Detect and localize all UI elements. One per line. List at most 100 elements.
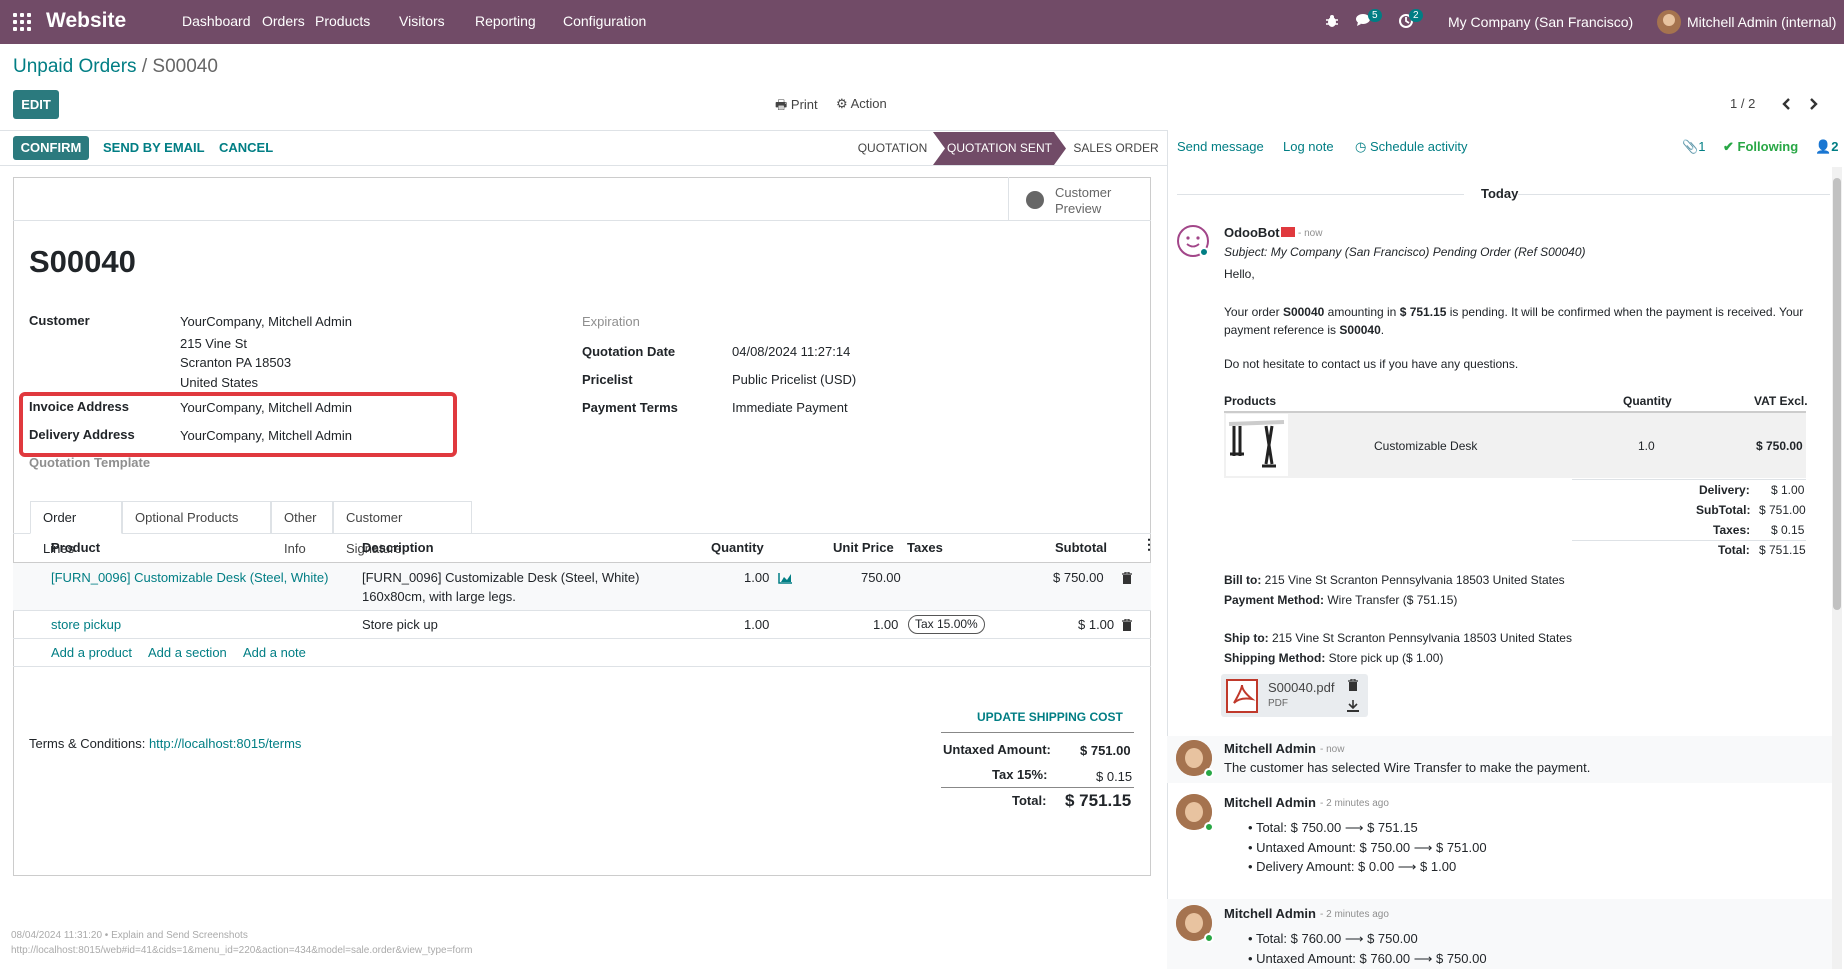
app-menu-icon[interactable] — [12, 12, 32, 32]
top-navbar: Website Dashboard Orders Products Visito… — [0, 0, 1844, 44]
schedule-activity-button[interactable]: ◷ Schedule activity — [1355, 139, 1468, 155]
stage-quotation[interactable]: QUOTATION — [855, 132, 930, 165]
menu-dashboard[interactable]: Dashboard — [182, 0, 251, 44]
menu-reporting[interactable]: Reporting — [475, 0, 536, 44]
user-avatar[interactable] — [1657, 10, 1681, 34]
bug-icon[interactable] — [1325, 14, 1339, 28]
row1-delete-icon[interactable] — [1122, 572, 1132, 584]
paperclip-icon: 📎 — [1682, 139, 1699, 154]
customer-preview-button[interactable]: Customer Preview — [1055, 185, 1111, 217]
messages-badge: 5 — [1368, 9, 1382, 22]
msg1-hello: Hello, — [1224, 267, 1255, 281]
menu-visitors[interactable]: Visitors — [399, 0, 445, 44]
print-label: Print — [790, 97, 818, 112]
row2-unit-price[interactable]: 1.00 — [873, 617, 898, 632]
col-taxes[interactable]: Taxes — [907, 540, 943, 555]
send-by-email-button[interactable]: SEND BY EMAIL — [103, 134, 205, 162]
col-description[interactable]: Description — [362, 540, 434, 555]
tab-optional-products[interactable]: Optional Products — [122, 501, 271, 534]
customer-field[interactable]: YourCompany, Mitchell Admin — [180, 314, 352, 329]
quotation-date-field[interactable]: 04/08/2024 11:27:14 — [732, 344, 850, 359]
attachments-count: 1 — [1698, 139, 1706, 154]
date-separator: Today — [1481, 186, 1519, 201]
msg4-avatar[interactable] — [1176, 905, 1214, 943]
row1-product[interactable]: [FURN_0096] Customizable Desk (Steel, Wh… — [51, 570, 328, 585]
row1-unit-price[interactable]: 750.00 — [861, 570, 901, 585]
payment-terms-field[interactable]: Immediate Payment — [732, 400, 848, 415]
send-message-button[interactable]: Send message — [1177, 139, 1264, 154]
email-product-row — [1224, 413, 1806, 478]
activities-badge: 2 — [1409, 9, 1423, 22]
row2-product[interactable]: store pickup — [51, 617, 121, 632]
row2-tax-tag[interactable]: Tax 15.00% — [908, 615, 985, 634]
terms-conditions: Terms & Conditions: http://localhost:801… — [29, 736, 301, 751]
tab-customer-signature[interactable]: Customer Signature — [333, 501, 472, 556]
gear-icon: ⚙ — [836, 96, 848, 111]
col-quantity[interactable]: Quantity — [711, 540, 764, 555]
user-icon: 👤 — [1815, 139, 1832, 154]
footer-url: http://localhost:8015/web#id=41&cids=1&m… — [11, 945, 473, 956]
cancel-button[interactable]: CANCEL — [219, 134, 273, 162]
msg2-text: The customer has selected Wire Transfer … — [1224, 760, 1591, 775]
col-product[interactable]: Product — [51, 540, 100, 555]
stage-quotation-sent[interactable]: QUOTATION SENT — [933, 132, 1066, 165]
attachments-button[interactable]: 📎1 — [1682, 139, 1705, 155]
attachment-delete-icon[interactable] — [1348, 679, 1358, 691]
email-products-header: Products — [1224, 394, 1277, 408]
scrollbar-thumb[interactable] — [1833, 178, 1841, 610]
msg1-author[interactable]: OdooBot — [1224, 225, 1280, 240]
col-subtotal[interactable]: Subtotal — [1055, 540, 1107, 555]
company-switcher[interactable]: My Company (San Francisco) — [1448, 0, 1633, 44]
forecast-chart-icon[interactable] — [778, 572, 793, 584]
edit-button[interactable]: EDIT — [13, 90, 59, 119]
add-note-link[interactable]: Add a note — [243, 645, 306, 660]
msg4-change-2: • Untaxed Amount: $ 760.00 ⟶ $ 750.00 — [1248, 951, 1487, 966]
confirm-button[interactable]: CONFIRM — [13, 136, 89, 160]
msg2-avatar[interactable] — [1176, 740, 1214, 778]
followers-button[interactable]: 👤2 — [1815, 139, 1838, 155]
col-unit-price[interactable]: Unit Price — [833, 540, 894, 555]
row2-quantity[interactable]: 1.00 — [744, 617, 769, 632]
stage-sales-order[interactable]: SALES ORDER — [1070, 132, 1162, 165]
terms-link[interactable]: http://localhost:8015/terms — [149, 736, 301, 751]
attachment-name[interactable]: S00040.pdf — [1268, 680, 1335, 695]
print-button[interactable]: 🖶 Print — [775, 96, 818, 118]
email-delivery-label: Delivery: — [1699, 483, 1750, 497]
row2-delete-icon[interactable] — [1122, 619, 1132, 631]
activities-icon[interactable]: 2 — [1398, 9, 1423, 29]
tab-other-info[interactable]: Other Info — [271, 501, 333, 556]
msg3-avatar[interactable] — [1176, 794, 1214, 832]
print-icon: 🖶 — [775, 97, 788, 112]
messages-icon[interactable]: 5 — [1356, 9, 1382, 28]
msg4-author[interactable]: Mitchell Admin — [1224, 906, 1316, 921]
pager-value[interactable]: 1 / 2 — [1730, 96, 1755, 111]
add-section-link[interactable]: Add a section — [148, 645, 227, 660]
delivery-address-label: Delivery Address — [29, 427, 135, 442]
log-note-button[interactable]: Log note — [1283, 139, 1334, 154]
app-name[interactable]: Website — [46, 9, 126, 33]
row1-subtotal: $ 750.00 — [1053, 570, 1104, 585]
msg3-author[interactable]: Mitchell Admin — [1224, 795, 1316, 810]
row1-quantity[interactable]: 1.00 — [744, 570, 769, 585]
menu-products[interactable]: Products — [315, 0, 370, 44]
pager-previous-icon[interactable] — [1781, 97, 1791, 111]
pager-next-icon[interactable] — [1809, 97, 1819, 111]
breadcrumb-current: S00040 — [152, 56, 218, 77]
quotation-template-label: Quotation Template — [29, 455, 151, 470]
delivery-address-field[interactable]: YourCompany, Mitchell Admin — [180, 428, 352, 443]
msg2-author[interactable]: Mitchell Admin — [1224, 741, 1316, 756]
email-quantity-header: Quantity — [1623, 394, 1672, 408]
invoice-address-field[interactable]: YourCompany, Mitchell Admin — [180, 400, 352, 415]
following-button[interactable]: ✔ Following — [1723, 139, 1798, 155]
menu-configuration[interactable]: Configuration — [563, 0, 646, 44]
user-menu[interactable]: Mitchell Admin (internal) — [1687, 0, 1836, 44]
menu-orders[interactable]: Orders — [262, 0, 305, 44]
add-product-link[interactable]: Add a product — [51, 645, 132, 660]
column-options-icon[interactable]: ⋮ — [1142, 537, 1156, 551]
tab-order-lines[interactable]: Order Lines — [30, 501, 122, 556]
attachment-download-icon[interactable] — [1347, 700, 1359, 712]
action-button[interactable]: ⚙ Action — [836, 96, 887, 112]
pricelist-field[interactable]: Public Pricelist (USD) — [732, 372, 856, 387]
breadcrumb-unpaid-orders[interactable]: Unpaid Orders — [13, 56, 137, 77]
update-shipping-button[interactable]: UPDATE SHIPPING COST — [977, 710, 1123, 724]
